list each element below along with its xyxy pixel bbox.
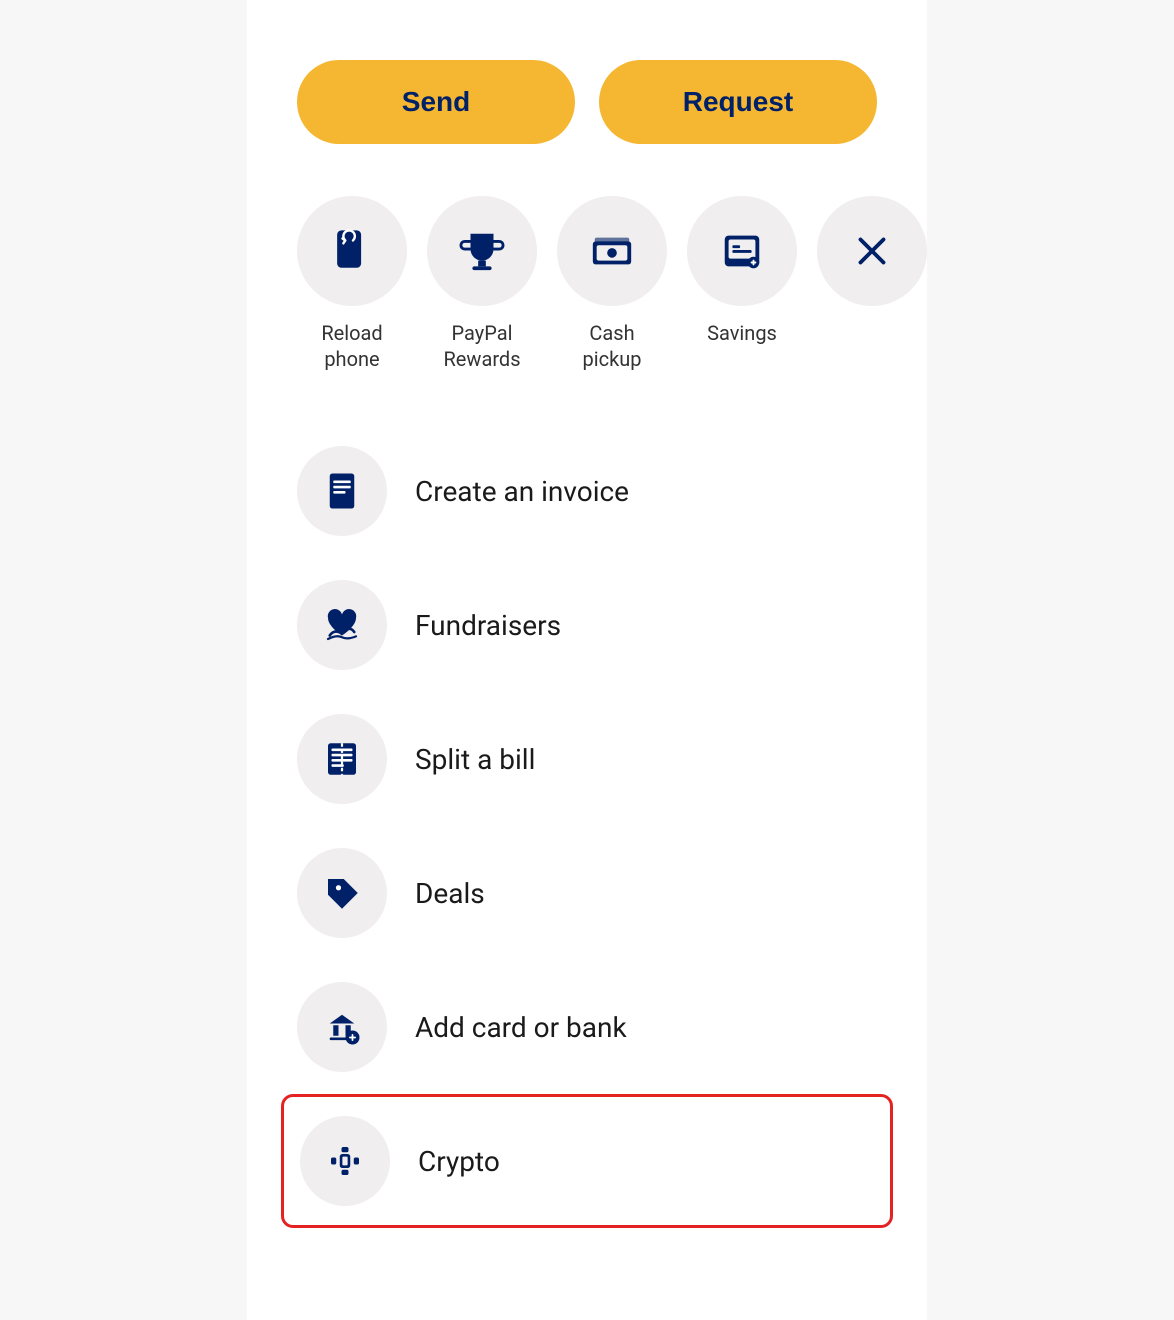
quick-action-savings[interactable]: Savings — [687, 196, 797, 346]
cash-pickup-label: Cashpickup — [583, 320, 642, 372]
add-bank-icon — [321, 1006, 363, 1048]
cash-pickup-circle — [557, 196, 667, 306]
fundraisers-icon-circle — [297, 580, 387, 670]
quick-action-reload-phone[interactable]: Reloadphone — [297, 196, 407, 372]
invoice-icon — [321, 470, 363, 512]
savings-label: Savings — [707, 320, 777, 346]
deals-icon — [321, 872, 363, 914]
crypto-label: Crypto — [418, 1145, 500, 1178]
crypto-icon — [324, 1140, 366, 1182]
trophy-icon — [459, 228, 505, 274]
list-item-add-card-bank[interactable]: Add card or bank — [297, 960, 877, 1094]
deals-label: Deals — [415, 877, 485, 910]
quick-action-cash-pickup[interactable]: Cashpickup — [557, 196, 667, 372]
add-bank-icon-circle — [297, 982, 387, 1072]
invoice-icon-circle — [297, 446, 387, 536]
action-buttons-row: Send Request — [297, 60, 877, 144]
fundraisers-label: Fundraisers — [415, 609, 561, 642]
list-item-create-invoice[interactable]: Create an invoice — [297, 424, 877, 558]
reload-phone-icon — [329, 228, 375, 274]
send-button[interactable]: Send — [297, 60, 575, 144]
request-button[interactable]: Request — [599, 60, 877, 144]
main-container: Send Request Reloadphone — [247, 0, 927, 1320]
fundraisers-icon — [321, 604, 363, 646]
crypto-icon-circle — [300, 1116, 390, 1206]
close-icon — [849, 228, 895, 274]
reload-phone-label: Reloadphone — [321, 320, 382, 372]
split-bill-icon-circle — [297, 714, 387, 804]
create-invoice-label: Create an invoice — [415, 475, 629, 508]
savings-circle — [687, 196, 797, 306]
savings-icon — [719, 228, 765, 274]
split-bill-icon — [321, 738, 363, 780]
reload-phone-circle — [297, 196, 407, 306]
quick-action-close[interactable] — [817, 196, 927, 320]
add-card-bank-label: Add card or bank — [415, 1011, 627, 1044]
list-item-split-bill[interactable]: Split a bill — [297, 692, 877, 826]
close-circle — [817, 196, 927, 306]
split-bill-label: Split a bill — [415, 743, 535, 776]
quick-action-paypal-rewards[interactable]: PayPalRewards — [427, 196, 537, 372]
paypal-rewards-label: PayPalRewards — [443, 320, 520, 372]
cash-pickup-icon — [589, 228, 635, 274]
paypal-rewards-circle — [427, 196, 537, 306]
quick-actions-row: Reloadphone PayPalRewards — [297, 196, 877, 372]
list-item-crypto[interactable]: Crypto — [281, 1094, 893, 1228]
list-items-section: Create an invoice Fundraisers — [297, 424, 877, 1228]
list-item-fundraisers[interactable]: Fundraisers — [297, 558, 877, 692]
deals-icon-circle — [297, 848, 387, 938]
list-item-deals[interactable]: Deals — [297, 826, 877, 960]
